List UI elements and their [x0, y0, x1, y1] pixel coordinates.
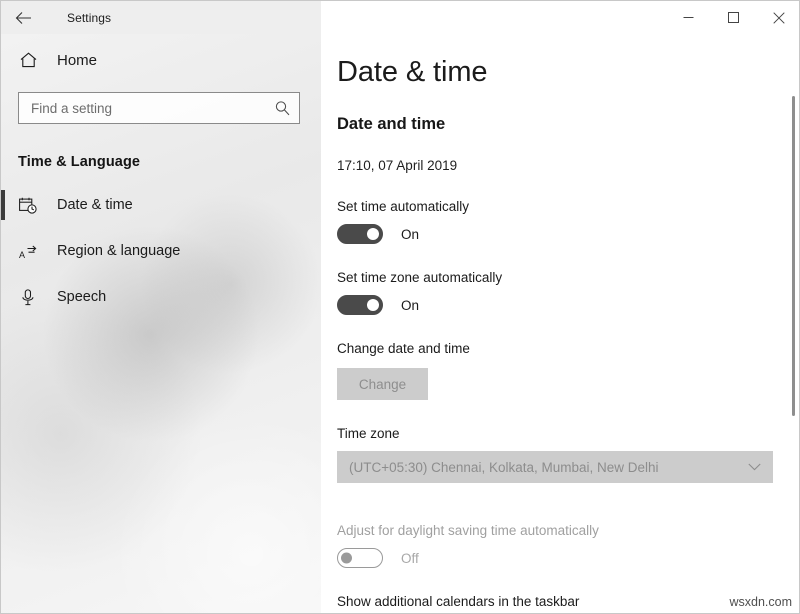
time-zone-label: Time zone — [337, 426, 800, 441]
section-title-date-and-time: Date and time — [337, 115, 800, 134]
content-scrollbar[interactable] — [787, 34, 799, 614]
sidebar-item-region-language[interactable]: A Region & language — [1, 228, 321, 274]
calendar-clock-icon — [17, 197, 39, 214]
set-timezone-automatically-row: On — [337, 295, 800, 315]
daylight-saving-label: Adjust for daylight saving time automati… — [337, 523, 800, 538]
page-title: Date & time — [337, 56, 800, 89]
change-date-and-time-label: Change date and time — [337, 341, 800, 356]
sidebar-item-speech[interactable]: Speech — [1, 274, 321, 320]
sidebar-item-home[interactable]: Home — [1, 40, 321, 80]
window-controls — [666, 1, 800, 34]
daylight-saving-toggle[interactable] — [337, 548, 383, 568]
titlebar: Settings — [1, 1, 800, 34]
sidebar-home-label: Home — [57, 52, 97, 69]
daylight-saving-state: Off — [401, 551, 419, 566]
set-timezone-automatically-toggle[interactable] — [337, 295, 383, 315]
watermark: wsxdn.com — [726, 594, 795, 610]
home-icon — [17, 52, 39, 68]
search-icon[interactable] — [275, 101, 290, 116]
set-timezone-automatically-state: On — [401, 298, 419, 313]
set-time-automatically-row: On — [337, 224, 800, 244]
set-timezone-automatically-label: Set time zone automatically — [337, 270, 800, 285]
sidebar-item-label: Speech — [57, 289, 106, 305]
minimize-button[interactable] — [666, 1, 711, 34]
back-arrow-icon — [15, 11, 32, 25]
microphone-icon — [17, 289, 39, 306]
toggle-knob — [367, 228, 379, 240]
sidebar-item-label: Region & language — [57, 243, 180, 259]
sidebar-item-date-time[interactable]: Date & time — [1, 182, 321, 228]
minimize-icon — [683, 12, 694, 23]
chevron-down-icon — [748, 463, 761, 471]
set-time-automatically-label: Set time automatically — [337, 199, 800, 214]
app-title: Settings — [67, 11, 111, 25]
time-zone-value: (UTC+05:30) Chennai, Kolkata, Mumbai, Ne… — [337, 460, 659, 475]
maximize-icon — [728, 12, 739, 23]
search-box[interactable] — [18, 92, 300, 124]
settings-window: Settings — [0, 0, 800, 614]
sidebar: Home Time & Language — [1, 34, 321, 614]
sidebar-category-heading: Time & Language — [18, 154, 321, 170]
time-zone-dropdown[interactable]: (UTC+05:30) Chennai, Kolkata, Mumbai, Ne… — [337, 451, 773, 483]
daylight-saving-row: Off — [337, 548, 800, 568]
close-icon — [773, 12, 785, 24]
change-button[interactable]: Change — [337, 368, 428, 400]
sidebar-item-label: Date & time — [57, 197, 133, 213]
maximize-button[interactable] — [711, 1, 756, 34]
current-datetime-value: 17:10, 07 April 2019 — [337, 158, 800, 173]
sidebar-nav-list: Date & time A Region & language — [1, 182, 321, 320]
search-input[interactable] — [19, 93, 259, 123]
svg-text:A: A — [19, 250, 25, 260]
titlebar-left-region: Settings — [1, 1, 321, 34]
set-time-automatically-state: On — [401, 227, 419, 242]
main-content: Date & time Date and time 17:10, 07 Apri… — [321, 34, 800, 614]
back-button[interactable] — [1, 1, 45, 34]
language-icon: A — [17, 243, 39, 260]
set-time-automatically-toggle[interactable] — [337, 224, 383, 244]
scrollbar-thumb[interactable] — [792, 96, 795, 416]
toggle-knob — [367, 299, 379, 311]
toggle-knob — [341, 553, 352, 564]
close-button[interactable] — [756, 1, 800, 34]
